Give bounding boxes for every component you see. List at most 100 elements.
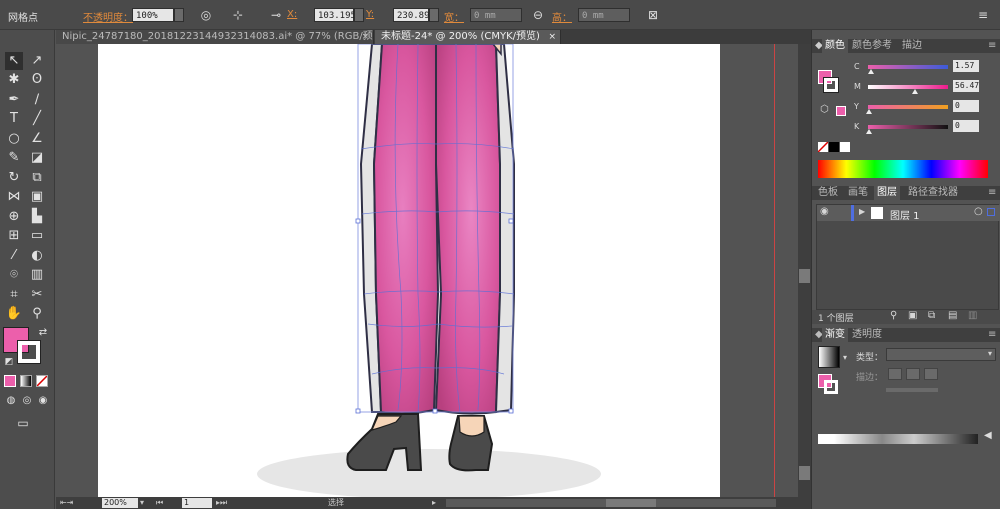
yellow-slider-thumb[interactable] [866,109,872,114]
color-spectrum[interactable] [818,160,988,178]
rotate-tool-icon[interactable]: ↻ [5,169,23,187]
clipping-mask-icon[interactable]: ▣ [908,310,917,321]
chevron-down-icon[interactable]: ▾ [988,349,992,358]
black-slider[interactable] [868,125,948,129]
new-sublayer-icon[interactable]: ⧉ [928,310,935,321]
magenta-slider[interactable] [868,85,948,89]
chevron-down-icon[interactable]: ▾ [843,353,847,362]
new-layer-icon[interactable]: ▤ [948,310,957,321]
cyan-value[interactable]: 1.57 [953,60,979,72]
blend-tool-icon[interactable]: ◐ [28,247,46,265]
gradient-preview[interactable] [818,346,840,368]
width-tool-icon[interactable]: ⋈ [5,188,23,206]
none-color-icon[interactable] [818,142,828,152]
magenta-slider-thumb[interactable] [912,89,918,94]
eraser-icon[interactable]: ◪ [28,149,46,167]
symbol-sprayer-icon[interactable]: ⌾ [5,266,23,284]
none-mode-icon[interactable] [36,375,48,387]
ellipse-tool-icon[interactable]: ○ [5,130,23,148]
white-color-icon[interactable] [840,142,850,152]
panel-stroke-swatch[interactable] [823,77,839,93]
panel-menu-icon[interactable]: ≡ [988,186,996,200]
cyan-slider[interactable] [868,65,948,69]
pencil-tool-icon[interactable]: ✎ [5,149,23,167]
graph-tool-icon[interactable]: ▥ [28,266,46,284]
page-field[interactable]: 1 [182,498,212,508]
artboard-nav-icon[interactable]: ⇤⇥ [60,498,73,508]
hand-tool-icon[interactable]: ✋ [5,305,23,323]
y-input[interactable]: 230.893 [393,8,435,22]
zoom-field[interactable]: 200% [102,498,138,508]
default-colors-icon[interactable]: ◩ [0,353,18,371]
tab-nipic-document[interactable]: Nipic_24787180_20181223144932314083.ai* … [56,30,374,56]
width-input[interactable]: 0 mm [470,8,522,22]
y-spinner[interactable] [429,8,439,22]
link-icon[interactable]: ⊖ [530,7,546,23]
artwork[interactable] [56,44,798,497]
transform-icon[interactable]: ⊠ [645,7,661,23]
locate-object-icon[interactable]: ⚲ [890,310,897,321]
panel-menu-icon[interactable]: ≡ [988,39,996,53]
tab-untitled-24[interactable]: 未标题-24* @ 200% (CMYK/预览) × [375,30,561,44]
zoom-tool-icon[interactable]: ⚲ [28,305,46,323]
gradient-stroke-swatch[interactable] [824,380,838,394]
tab-gradient[interactable]: 渐变 [822,328,848,342]
tab-transparency[interactable]: 透明度 [852,328,882,342]
tab-stroke[interactable]: 描边 [902,39,922,53]
panel-menu-icon[interactable]: ≡ [988,328,996,342]
gradient-angle-field[interactable] [886,388,938,392]
layer-row[interactable]: ◉ ▶ 图层 1 ○ [817,205,1000,222]
pen-tool-icon[interactable]: ✒ [5,91,23,109]
selection-indicator[interactable] [987,208,995,216]
mesh-tool-icon[interactable]: ⊞ [5,227,23,245]
delete-layer-icon[interactable]: ▥ [968,310,977,321]
eye-icon[interactable]: ◉ [820,206,829,217]
cyan-slider-thumb[interactable] [868,69,874,74]
curvature-tool-icon[interactable]: ∕ [28,91,46,109]
opacity-label[interactable]: 不透明度： [83,9,133,24]
tab-layers[interactable]: 图层 [874,186,900,200]
out-of-gamut-icon[interactable]: ⬡ [820,104,829,115]
eyedropper-icon[interactable]: ⁄ [5,247,23,265]
x-input[interactable]: 103.195 [314,8,356,22]
horizontal-scroll-thumb[interactable] [606,499,656,507]
height-input[interactable]: 0 mm [578,8,630,22]
vertical-scrollbar[interactable] [798,44,811,497]
reference-point-icon[interactable]: ⊸ [268,7,284,23]
tab-pathfinder[interactable]: 路径查找器 [908,186,958,200]
status-arrow-icon[interactable]: ▸ [432,498,436,508]
stroke-swatch[interactable] [17,340,41,364]
selection-tool-icon[interactable]: ↖ [5,52,23,70]
recolor-icon[interactable]: ◎ [198,7,214,23]
direct-selection-tool-icon[interactable]: ↗ [28,52,46,70]
lasso-icon[interactable]: ʘ [28,71,46,89]
canvas-area[interactable] [56,44,798,497]
gradient-tool-icon[interactable]: ▭ [28,227,46,245]
first-artboard-icon[interactable]: ⏮ [156,498,163,508]
target-icon[interactable]: ○ [974,206,983,217]
stroke-option-1[interactable] [888,368,902,380]
next-artboard-icon[interactable]: ▸⏭ [216,498,227,508]
scroll-thumb[interactable] [799,269,810,283]
scale-tool-icon[interactable]: ⧉ [28,169,46,187]
stroke-option-3[interactable] [924,368,938,380]
align-icon[interactable]: ⊹ [230,7,246,23]
stroke-option-2[interactable] [906,368,920,380]
shape-builder-icon[interactable]: ⊕ [5,208,23,226]
black-color-icon[interactable] [829,142,839,152]
gradient-mode-icon[interactable] [20,375,32,387]
layer-name[interactable]: 图层 1 [890,207,920,222]
tab-color-guide[interactable]: 颜色参考 [852,39,892,53]
close-icon[interactable]: × [361,30,369,44]
slice-tool-icon[interactable]: ✂ [28,286,46,304]
close-icon[interactable]: × [548,30,556,44]
swap-fill-stroke-icon[interactable]: ⇄ [34,324,52,342]
chevron-down-icon[interactable]: ▾ [140,498,144,508]
paintbrush-icon[interactable]: ∠ [28,130,46,148]
perspective-grid-icon[interactable]: ▙ [28,208,46,226]
yellow-slider[interactable] [868,105,948,109]
horizontal-scroll-track[interactable] [446,499,776,507]
black-value[interactable]: 0 [953,120,979,132]
opacity-input[interactable]: 100% [132,8,174,22]
magic-wand-icon[interactable]: ✱ [5,71,23,89]
